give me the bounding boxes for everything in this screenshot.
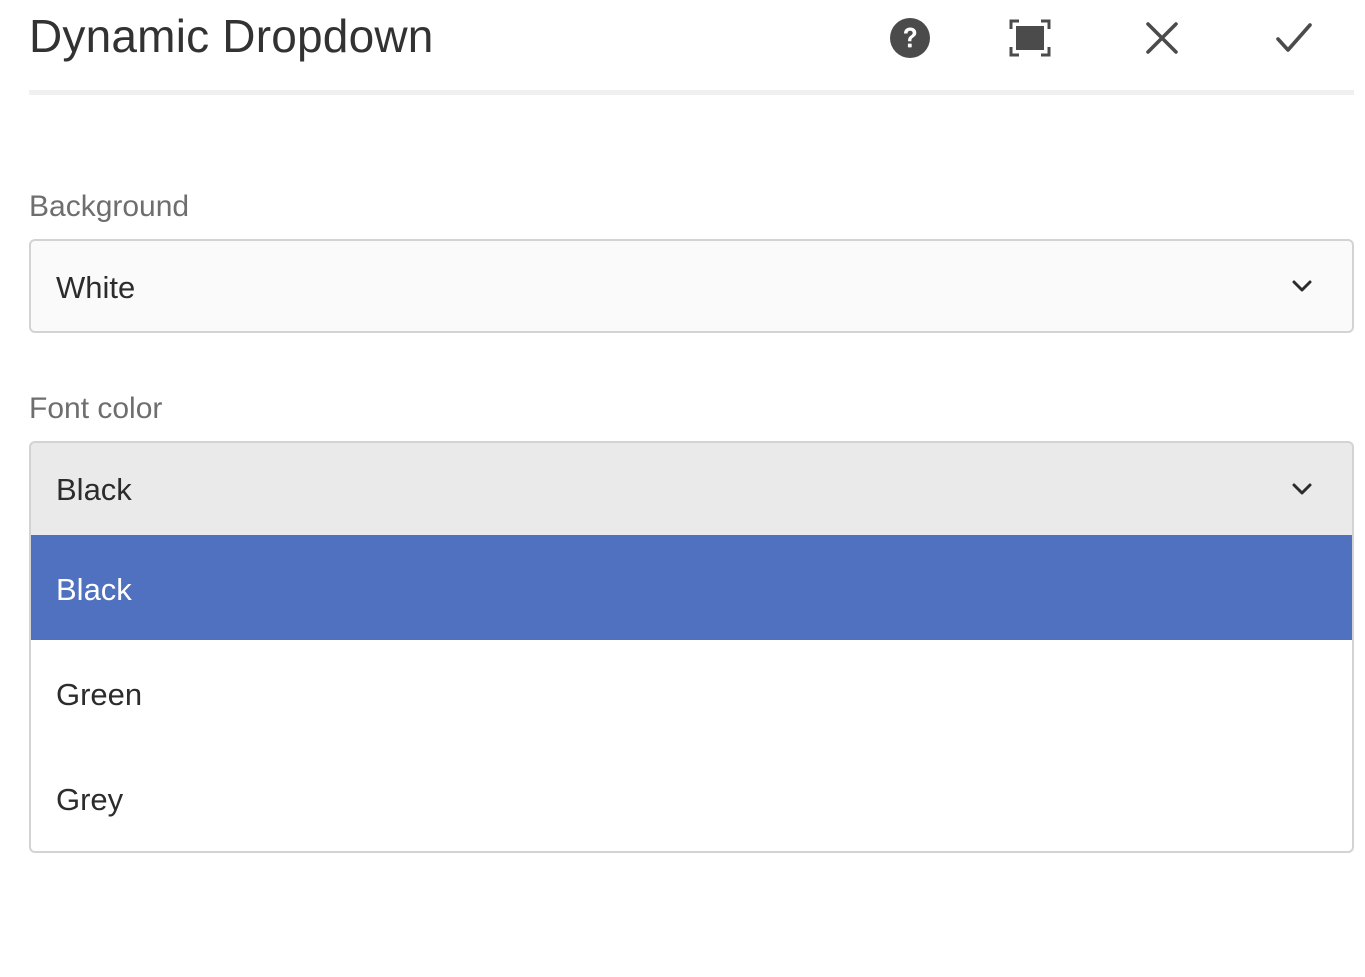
checkmark-icon bbox=[1276, 23, 1312, 52]
fullscreen-button[interactable] bbox=[1006, 14, 1054, 62]
background-select[interactable]: White bbox=[29, 239, 1354, 333]
option-label: Black bbox=[56, 572, 132, 607]
option-label: Green bbox=[56, 677, 143, 712]
font-color-select[interactable]: Black bbox=[29, 441, 1354, 537]
option-green[interactable]: Green bbox=[31, 640, 1352, 745]
chevron-down-icon bbox=[1292, 280, 1312, 292]
option-black[interactable]: Black bbox=[31, 535, 1352, 640]
help-button[interactable] bbox=[886, 14, 934, 62]
done-button[interactable] bbox=[1270, 14, 1318, 62]
dialog-header: Dynamic Dropdown bbox=[29, 0, 1354, 95]
background-select-value: White bbox=[56, 270, 136, 305]
font-color-select-value: Black bbox=[56, 472, 132, 507]
close-icon bbox=[1146, 22, 1178, 54]
font-color-options-list: Black Green Grey bbox=[29, 535, 1354, 853]
dialog: Dynamic Dropdown Background White Font c… bbox=[0, 0, 1365, 977]
background-label: Background bbox=[29, 190, 190, 223]
question-circle-icon bbox=[890, 18, 930, 58]
option-label: Grey bbox=[56, 782, 124, 817]
option-grey[interactable]: Grey bbox=[31, 745, 1352, 850]
dialog-title: Dynamic Dropdown bbox=[29, 10, 434, 62]
font-color-label: Font color bbox=[29, 392, 163, 425]
fullscreen-icon bbox=[1009, 19, 1051, 57]
chevron-down-icon bbox=[1292, 483, 1312, 495]
close-button[interactable] bbox=[1138, 14, 1186, 62]
